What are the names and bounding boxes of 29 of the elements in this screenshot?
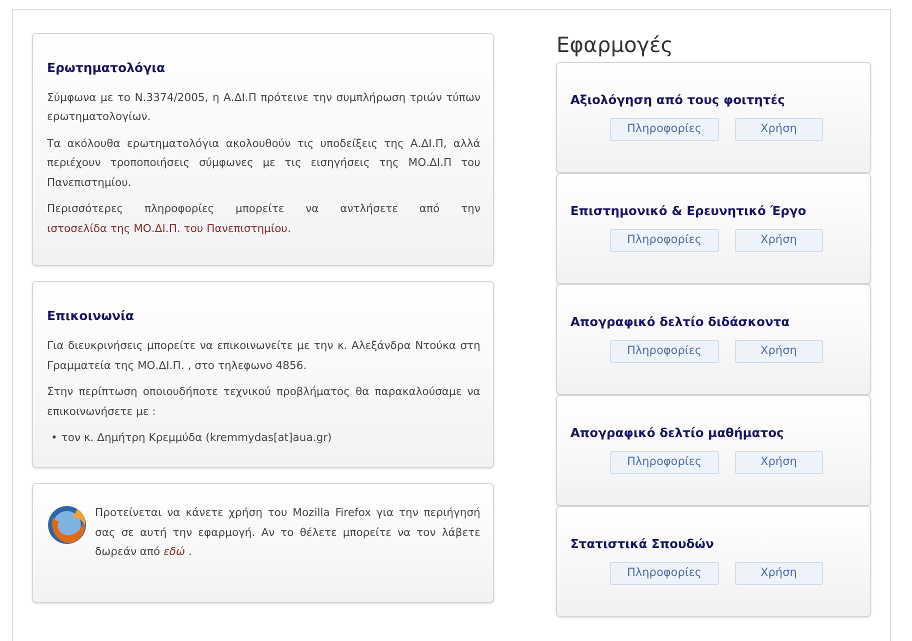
card-title: Επικοινωνία: [47, 307, 135, 326]
info-button[interactable]: Πληροφορίες: [610, 562, 719, 585]
paragraph: Προτείνεται να κάνετε χρήση του Mozilla Firefox για την περιήγησή σας σε αυτή την εφαρμογή. Αν το θέλετε μπορείτε να τον λάβετε δωρεάν από εδώ .: [95, 505, 480, 560]
paragraph: Για διευκρινήσεις μπορείτε να επικοινωνείτε με την κ. Αλεξάνδρα Ντούκα στη Γραμματεία της ΜΟ.ΔΙ.Π. , στο τηλεφωνο 4856.: [47, 338, 480, 374]
bullet-icon: •: [51, 428, 58, 447]
paragraph: Περισσότερες πληροφορίες μπορείτε να αντλήσετε από την ιστοσελίδα της ΜΟ.ΔΙ.Π. του Πανεπιστημίου.: [47, 201, 480, 237]
app-title: Στατιστικά Σπουδών: [570, 536, 715, 554]
app-title: Επιστημονικό & Ερευνητικό Έργο: [570, 203, 808, 220]
use-button[interactable]: Χρήση: [734, 228, 823, 252]
link[interactable]: εδώ: [164, 545, 186, 558]
info-button[interactable]: Πληροφορίες: [610, 340, 719, 363]
app-title: Απογραφικό δελτίο μαθήματος: [570, 425, 785, 442]
use-button[interactable]: Χρήση: [734, 118, 823, 141]
section-heading: Εφαρμογές: [556, 33, 674, 58]
app-title: Απογραφικό δελτίο διδάσκοντα: [570, 314, 791, 332]
paragraph: Στην περίπτωση οποιουδήποτε τεχνικού προβλήματος θα παρακαλούσαμε να επικοινωνήσετε με :: [47, 384, 480, 420]
list-item: τον κ. Δημήτρη Κρεμμύδα (kremmydas[at]aua.gr): [61, 430, 332, 446]
link[interactable]: ιστοσελίδα της ΜΟ.ΔΙ.Π. του Πανεπιστημίου: [47, 222, 288, 235]
card-title: Ερωτηματολόγια: [47, 59, 166, 77]
info-button[interactable]: Πληροφορίες: [610, 118, 719, 141]
info-button[interactable]: Πληροφορίες: [610, 450, 719, 474]
use-button[interactable]: Χρήση: [734, 562, 823, 585]
paragraph: Τα ακόλουθα ερωτηματολόγια ακολουθούν τις υποδείξεις της Α.ΔΙ.Π, αλλά περιέχουν τροποποιήσεις σύμφωνες με τις εισηγήσεις της ΜΟ.ΔΙ.Π του Πανεπιστημίου.: [47, 136, 480, 191]
paragraph: Σύμφωνα με το Ν.3374/2005, η Α.ΔΙ.Π πρότεινε την συμπλήρωση τριών τύπων ερωτηματολογίων.: [47, 90, 480, 126]
globe-icon: [47, 505, 87, 545]
use-button[interactable]: Χρήση: [734, 340, 823, 363]
use-button[interactable]: Χρήση: [734, 450, 823, 474]
info-button[interactable]: Πληροφορίες: [610, 228, 719, 252]
app-title: Αξιολόγηση από τους φοιτητές: [570, 92, 786, 110]
